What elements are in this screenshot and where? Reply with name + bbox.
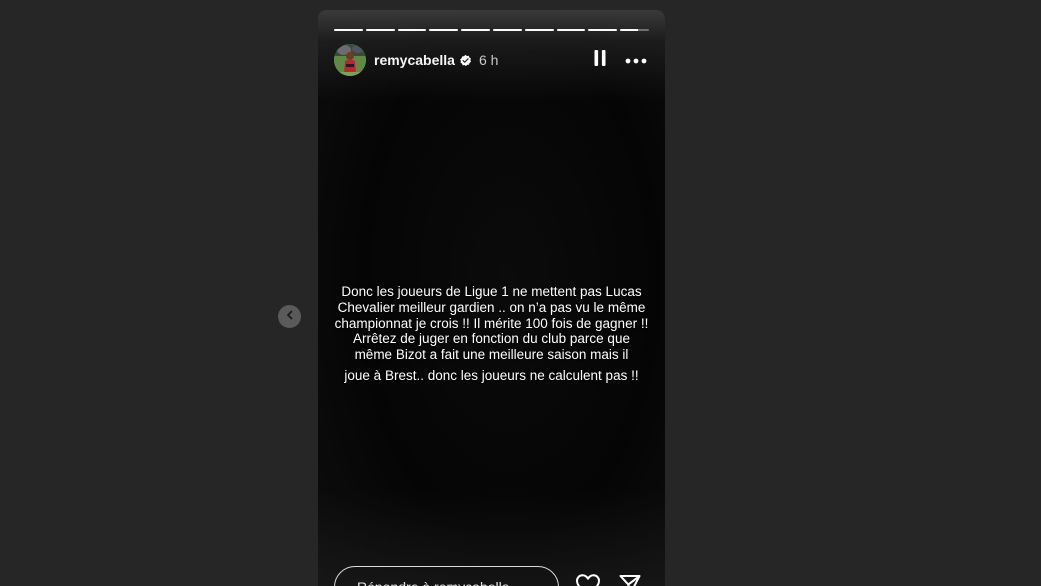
pause-button[interactable] <box>589 49 611 71</box>
story-text-line: Chevalier meilleur gardien .. on n’a pas… <box>337 299 646 315</box>
story-username[interactable]: remycabella <box>374 52 455 68</box>
story-text-line: même Bizot a fait une meilleure saison m… <box>354 347 629 363</box>
avatar[interactable] <box>334 44 366 76</box>
heart-icon <box>575 573 601 586</box>
progress-segment <box>334 29 363 31</box>
story-card[interactable]: remycabella 6 h Donc les joueurs de Ligu… <box>318 10 665 586</box>
story-text-line: joue à Brest.. donc les joueurs ne calcu… <box>344 367 639 383</box>
progress-segment <box>524 29 554 31</box>
story-text-overlay: Donc les joueurs de Ligue 1 ne mettent p… <box>328 284 655 384</box>
story-viewer: remycabella 6 h Donc les joueurs de Ligu… <box>0 0 1041 586</box>
more-options-button[interactable] <box>625 49 647 71</box>
progress-segment <box>492 29 522 31</box>
progress-segment <box>461 29 490 31</box>
more-options-icon <box>625 51 647 69</box>
story-header: remycabella 6 h <box>334 44 649 76</box>
progress-fill <box>620 29 639 31</box>
progress-segment <box>588 29 618 31</box>
progress-segment <box>429 29 459 31</box>
share-button[interactable] <box>617 574 643 586</box>
story-text-line: Donc les joueurs de Ligue 1 ne mettent p… <box>341 284 642 299</box>
story-timestamp: 6 h <box>478 52 499 68</box>
verified-badge-icon <box>459 54 472 67</box>
story-progress-bar <box>334 29 649 31</box>
reply-box[interactable] <box>334 566 559 586</box>
story-text-line: championnat je crois !! Il mérite 100 fo… <box>334 315 649 331</box>
progress-segment-current <box>620 29 649 31</box>
header-actions <box>589 49 647 71</box>
progress-segment <box>365 29 395 31</box>
previous-story-button[interactable] <box>278 305 301 328</box>
story-footer <box>334 565 649 586</box>
chevron-left-icon <box>284 308 296 326</box>
pause-icon <box>593 49 607 72</box>
like-button[interactable] <box>575 573 601 586</box>
story-text-line: Arrêtez de juger en fonction du club par… <box>353 331 630 347</box>
progress-segment <box>556 29 586 31</box>
reply-input[interactable] <box>355 578 538 586</box>
send-icon <box>618 573 642 586</box>
progress-segment <box>397 29 427 31</box>
